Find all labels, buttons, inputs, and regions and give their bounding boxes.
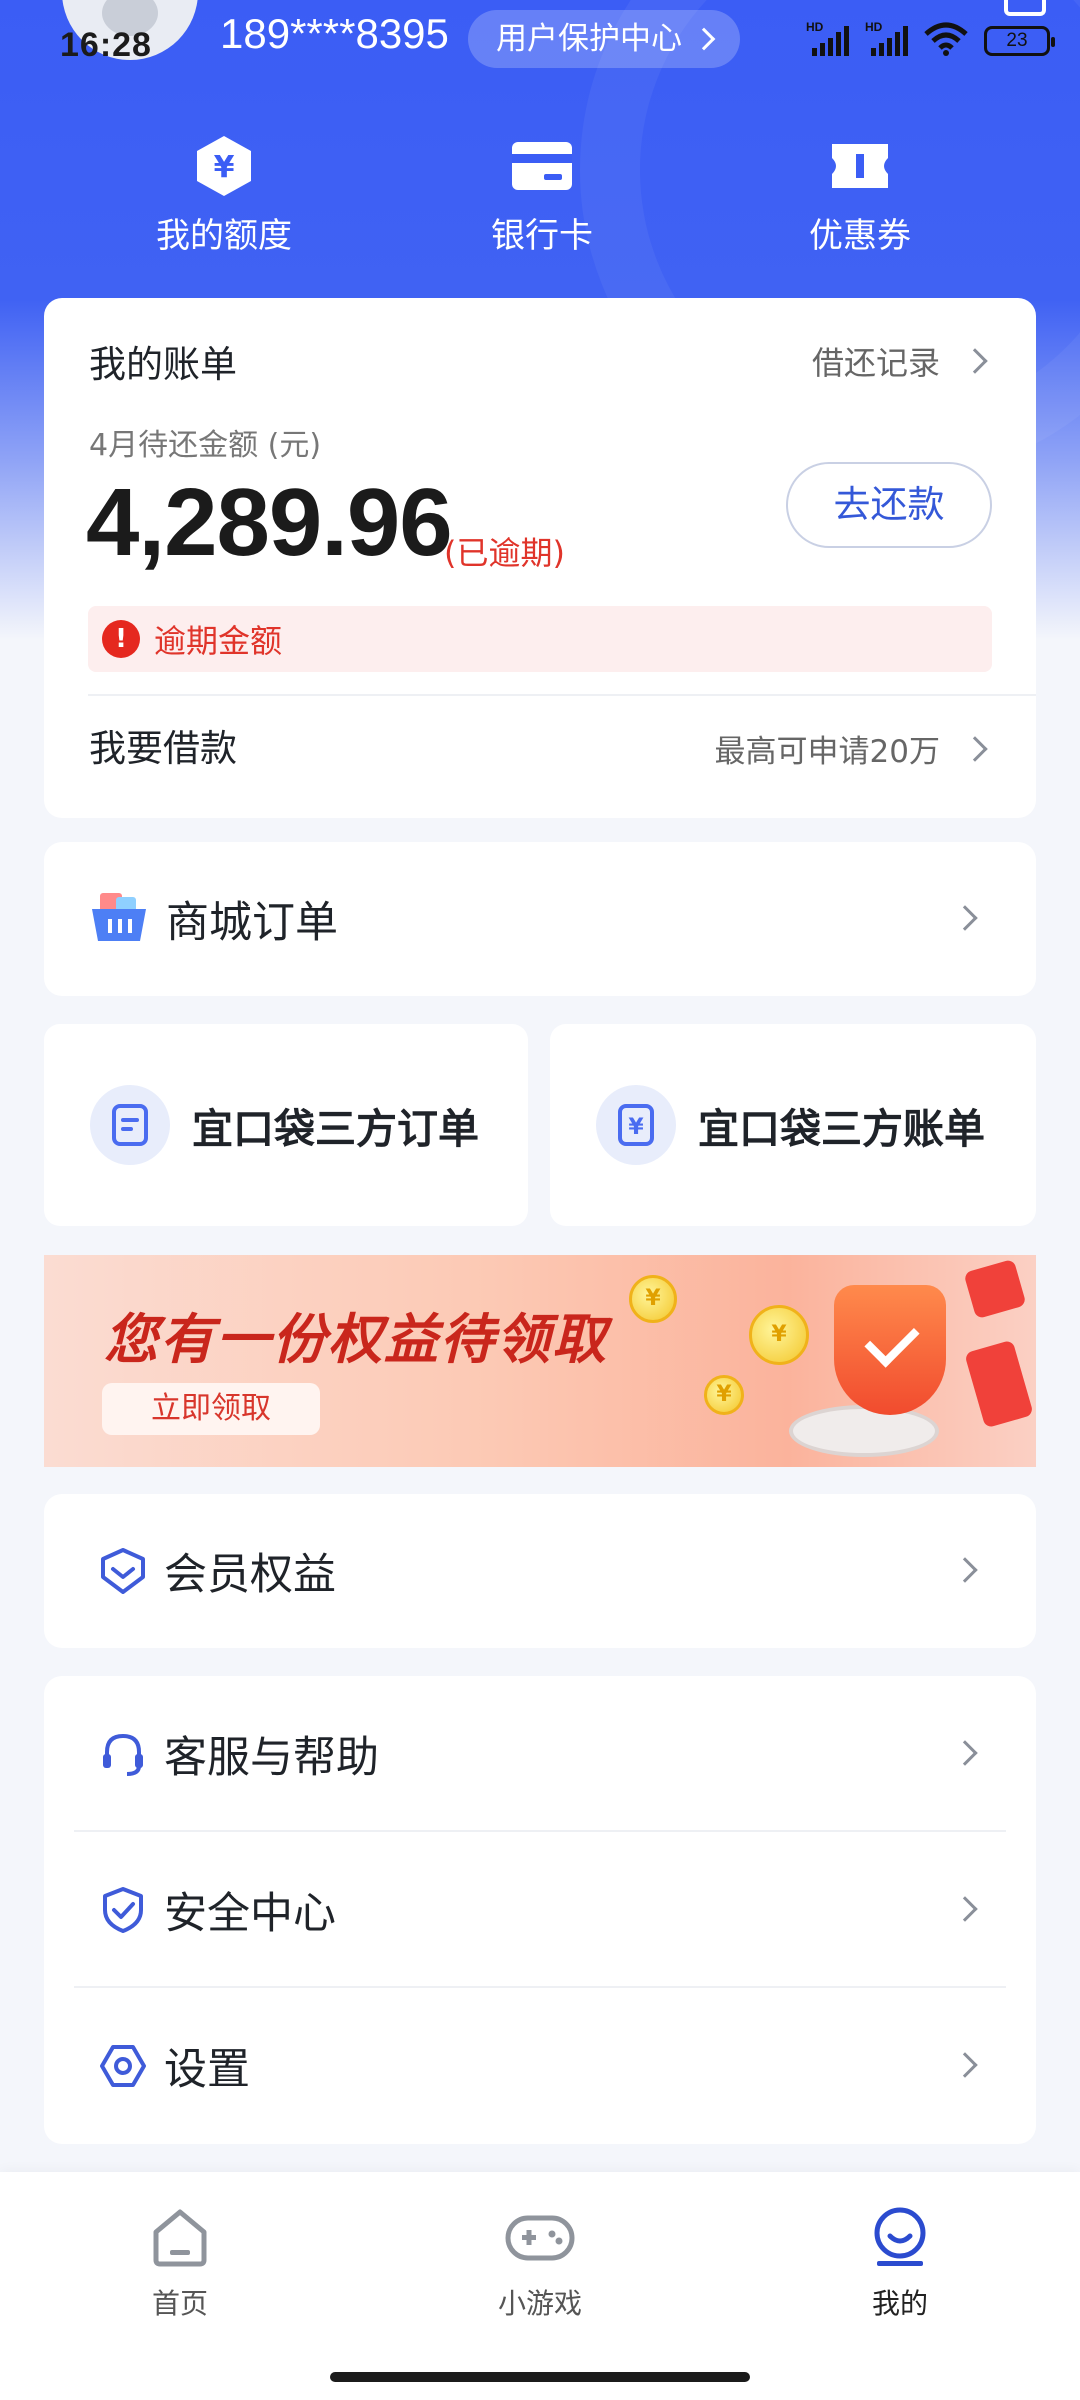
tab-label: 我的 [871,2287,928,2320]
order-doc-icon [90,1085,170,1165]
borrow-repay-records-link[interactable]: 借还记录 [811,338,988,384]
third-party-orders-label: 宜口袋三方订单 [192,1105,479,1153]
chevron-right-icon [962,735,988,762]
user-phone: 189****8395 [220,10,449,57]
claim-now-button[interactable]: 立即领取 [102,1383,320,1435]
third-party-bills-label: 宜口袋三方账单 [698,1105,985,1153]
tab-home[interactable]: 首页 [80,2206,280,2322]
overdue-tag: (已逾期) [444,534,565,572]
bottom-tab-bar: 首页 小游戏 我的 [0,2172,1080,2400]
user-protection-label: 用户保护中心 [496,21,682,57]
quick-action-credit-limit[interactable]: ¥ 我的额度 [65,132,383,257]
borrow-hint: 最高可申请20万 [714,734,940,770]
home-indicator[interactable] [330,2372,750,2382]
service-item-label: 安全中心 [164,1889,336,1939]
coin-decoration: ¥ [749,1305,809,1365]
status-time: 16:28 [60,26,152,64]
wifi-icon [924,22,968,56]
shopping-basket-icon [90,891,148,947]
signal-icon: HD [865,20,908,56]
service-item-help[interactable]: 客服与帮助 [44,1676,1036,1832]
pedestal-decoration [789,1405,939,1457]
service-item-security[interactable]: 安全中心 [44,1832,1036,1988]
third-party-bills-card[interactable]: ¥ 宜口袋三方账单 [550,1024,1036,1226]
member-benefits-row[interactable]: 会员权益 [44,1494,1036,1648]
coin-decoration: ¥ [704,1375,744,1415]
divider [88,694,1036,696]
chevron-right-icon [692,27,716,51]
overdue-notice-text: 逾期金额 [154,622,283,660]
banner-headline: 您有一份权益待领取 [104,1308,608,1371]
quick-action-label: 优惠券 [809,216,911,256]
third-party-orders-card[interactable]: 宜口袋三方订单 [44,1024,528,1226]
borrow-link[interactable]: 最高可申请20万 [714,726,988,771]
quick-actions: ¥ 我的额度 银行卡 优惠券 [0,132,1080,257]
system-status: HD HD 23 [806,20,1055,56]
chevron-right-icon [952,2052,978,2078]
message-icon[interactable] [1004,0,1046,16]
signal-icon: HD [806,20,849,56]
coupon-icon [832,144,888,188]
overdue-notice[interactable]: ! 逾期金额 [88,606,992,672]
user-protection-center-button[interactable]: 用户保护中心 [468,10,740,68]
profile-icon [874,2207,926,2266]
tab-label: 首页 [151,2287,208,2320]
quick-action-bank-card[interactable]: 银行卡 [383,132,701,257]
quick-action-label: 我的额度 [156,216,292,256]
repay-button[interactable]: 去还款 [786,462,992,548]
bank-card-icon [512,142,572,190]
member-benefits-label: 会员权益 [164,1550,336,1600]
tab-label: 小游戏 [497,2287,582,2320]
service-menu: 客服与帮助 安全中心 设置 [44,1676,1036,2144]
chevron-right-icon [962,348,988,374]
headset-icon [96,1727,150,1781]
coin-decoration: ¥ [629,1275,677,1323]
bill-title: 我的账单 [89,343,237,386]
chevron-right-icon [952,1740,978,1766]
svg-text:¥: ¥ [214,150,235,185]
mall-orders-label: 商城订单 [166,898,338,948]
due-amount-label: 4月待还金额 (元) [89,428,322,463]
alert-icon: ! [102,620,140,658]
yuan-bill-icon: ¥ [596,1085,676,1165]
settings-hexagon-icon [96,2039,150,2093]
rewards-banner[interactable]: ¥ ¥ ¥ 您有一份权益待领取 立即领取 [44,1255,1036,1467]
member-badge-icon [96,1544,150,1598]
mall-orders-row[interactable]: 商城订单 [44,842,1036,996]
battery-indicator: 23 [984,26,1055,56]
service-item-label: 设置 [164,2045,250,2095]
shield-illustration [834,1285,946,1415]
red-envelope-decoration [964,1339,1034,1429]
gamepad-icon [505,2215,575,2261]
red-envelope-decoration [963,1258,1027,1320]
svg-text:¥: ¥ [628,1115,644,1140]
yuan-hexagon-icon: ¥ [197,136,251,196]
borrow-label[interactable]: 我要借款 [89,718,237,772]
tab-mine[interactable]: 我的 [800,2206,1000,2322]
service-item-label: 客服与帮助 [164,1733,379,1783]
chevron-right-icon [952,1896,978,1922]
top-bar: 16:28 189****8395 用户保护中心 HD HD 23 [0,0,1080,90]
quick-action-label: 银行卡 [491,216,593,256]
chevron-right-icon [952,1557,978,1583]
quick-action-coupon[interactable]: 优惠券 [701,132,1019,257]
chevron-right-icon [952,905,978,931]
service-item-settings[interactable]: 设置 [44,1988,1036,2144]
home-icon [153,2209,207,2267]
tab-mini-games[interactable]: 小游戏 [440,2206,640,2322]
shield-check-icon [96,1883,150,1937]
bill-card: 我的账单 借还记录 4月待还金额 (元) 4,289.96 (已逾期) 去还款 … [44,298,1036,818]
records-label: 借还记录 [811,344,940,382]
due-amount: 4,289.96 [86,469,453,576]
